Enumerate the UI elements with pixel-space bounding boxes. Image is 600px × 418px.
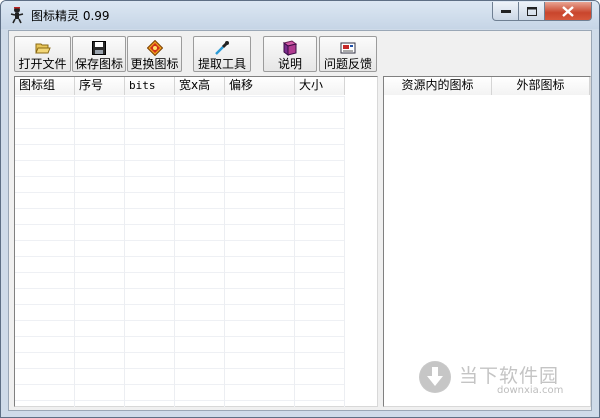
icon-group-list[interactable]: 图标组 序号 bits 宽x高 偏移 大小 [14, 76, 378, 407]
open-folder-icon [34, 43, 51, 54]
grid-column-divider [174, 96, 175, 407]
column-header-offset[interactable]: 偏移 [225, 77, 295, 95]
client-area: 打开文件 保存图标 更换图标 提取工具 说明 问题反馈 图标组 序号 bits … [8, 30, 592, 411]
icon-group-list-header: 图标组 序号 bits 宽x高 偏移 大小 [15, 77, 345, 95]
eyedropper-icon [215, 41, 229, 55]
column-header-size[interactable]: 大小 [295, 77, 345, 95]
sprite-app-icon [10, 7, 24, 24]
grid-column-divider [294, 96, 295, 407]
replace-icon [146, 40, 163, 56]
feedback-button[interactable]: 问题反馈 [319, 36, 377, 72]
site-watermark: 当下软件园 downxia.com [419, 361, 589, 401]
extract-tool-label: 提取工具 [197, 57, 246, 71]
help-button[interactable]: 说明 [263, 36, 317, 72]
help-label: 说明 [277, 57, 302, 71]
app-window: 图标精灵 0.99 打开文件 保存图标 更换图标 提取工具 说明 问题反馈 图标… [0, 0, 600, 418]
extract-tool-button[interactable]: 提取工具 [193, 36, 251, 72]
feedback-envelope-icon [340, 42, 356, 54]
column-header-size-wh[interactable]: 宽x高 [175, 77, 225, 95]
icon-preview-list-header: 资源内的图标 外部图标 [384, 77, 590, 95]
minimize-icon [500, 10, 511, 13]
replace-icon-label: 更换图标 [130, 57, 179, 71]
column-header-resource-icons[interactable]: 资源内的图标 [384, 77, 492, 95]
close-icon [562, 5, 574, 17]
save-icon-label: 保存图标 [74, 57, 123, 71]
watermark-url: downxia.com [497, 385, 564, 396]
help-book-icon [282, 40, 298, 56]
column-header-index[interactable]: 序号 [75, 77, 125, 95]
feedback-label: 问题反馈 [323, 57, 372, 71]
window-title: 图标精灵 0.99 [31, 9, 110, 23]
save-icon-button[interactable]: 保存图标 [72, 36, 126, 72]
maximize-icon [526, 6, 537, 16]
column-header-external-icons[interactable]: 外部图标 [492, 77, 590, 95]
column-header-bits[interactable]: bits [125, 77, 175, 95]
save-disk-icon [92, 41, 106, 55]
column-header-icon-group[interactable]: 图标组 [15, 77, 75, 95]
replace-icon-button[interactable]: 更换图标 [127, 36, 182, 72]
title-bar[interactable]: 图标精灵 0.99 [1, 1, 599, 29]
grid-column-divider [344, 96, 345, 407]
toolbar: 打开文件 保存图标 更换图标 提取工具 说明 问题反馈 [12, 34, 588, 74]
close-button[interactable] [545, 2, 592, 21]
maximize-button[interactable] [519, 2, 545, 21]
icon-preview-list[interactable]: 资源内的图标 外部图标 [383, 76, 591, 407]
minimize-button[interactable] [492, 2, 519, 21]
icon-group-list-body[interactable] [15, 96, 345, 407]
watermark-text: 当下软件园 [459, 365, 560, 387]
grid-column-divider [74, 96, 75, 407]
open-file-label: 打开文件 [18, 57, 67, 71]
download-arrow-icon [419, 361, 451, 393]
grid-column-divider [124, 96, 125, 407]
grid-column-divider [224, 96, 225, 407]
open-file-button[interactable]: 打开文件 [14, 36, 71, 72]
